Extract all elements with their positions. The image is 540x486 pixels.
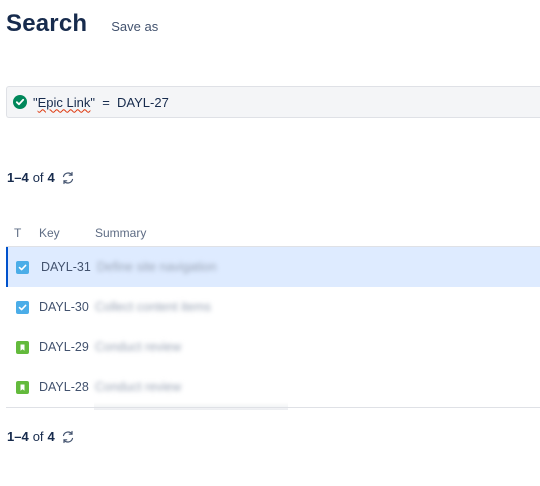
type-cell (8, 260, 41, 275)
jql-query-text: "Epic Link" = DAYL-27 (33, 95, 169, 110)
issue-key-link[interactable]: DAYL-30 (39, 300, 95, 314)
issue-key-link[interactable]: DAYL-31 (41, 260, 97, 274)
jql-query-input[interactable]: "Epic Link" = DAYL-27 (6, 86, 540, 118)
issue-summary[interactable]: Conduct review (95, 340, 540, 354)
issue-key-link[interactable]: DAYL-28 (39, 380, 95, 394)
results-count-bottom: 1–4 of 4 (7, 429, 75, 444)
horizontal-scrollbar[interactable] (94, 402, 288, 410)
jql-clause: " = DAYL-27 (90, 94, 169, 110)
issue-table: T Key Summary DAYL-31 Define site naviga… (6, 220, 540, 407)
story-bookmark-icon (16, 341, 29, 355)
task-icon (16, 301, 29, 315)
column-header-summary[interactable]: Summary (95, 226, 540, 240)
table-divider (6, 407, 540, 408)
column-header-type[interactable]: T (6, 226, 39, 240)
results-total: 4 (47, 170, 55, 185)
refresh-icon[interactable] (61, 171, 75, 185)
refresh-icon[interactable] (61, 430, 75, 444)
results-range: 1–4 (7, 429, 29, 444)
save-as-button[interactable]: Save as (111, 19, 158, 34)
page-title: Search (6, 10, 88, 37)
page-header: Search Save as (6, 10, 158, 42)
issue-key-link[interactable]: DAYL-29 (39, 340, 95, 354)
issue-summary[interactable]: Define site navigation (97, 260, 540, 274)
task-icon (16, 261, 29, 275)
results-total: 4 (47, 429, 55, 444)
type-cell (6, 300, 39, 315)
type-cell (6, 380, 39, 395)
table-row[interactable]: DAYL-31 Define site navigation (6, 247, 540, 287)
results-of: of (32, 170, 44, 185)
column-header-key[interactable]: Key (39, 226, 95, 240)
issue-summary[interactable]: Conduct review (95, 380, 540, 394)
table-row[interactable]: DAYL-29 Conduct review (6, 327, 540, 367)
check-circle-icon (13, 95, 27, 109)
table-row[interactable]: DAYL-30 Collect content items (6, 287, 540, 327)
story-bookmark-icon (16, 381, 29, 395)
type-cell (6, 340, 39, 355)
results-of: of (32, 429, 44, 444)
results-count-top: 1–4 of 4 (7, 170, 75, 185)
issue-summary[interactable]: Collect content items (95, 300, 540, 314)
results-range: 1–4 (7, 170, 29, 185)
table-row[interactable]: DAYL-28 Conduct review (6, 367, 540, 407)
jql-field-name: Epic Link (37, 94, 91, 110)
table-header: T Key Summary (6, 220, 540, 247)
